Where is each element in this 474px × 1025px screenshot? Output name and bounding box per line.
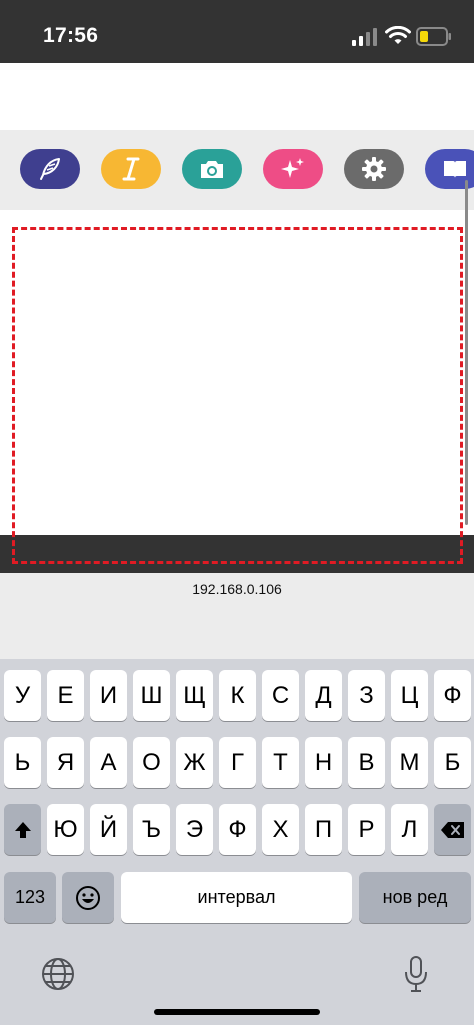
text-cursor-icon	[122, 157, 140, 181]
key-17[interactable]: Г	[219, 737, 256, 788]
key-22[interactable]: Б	[434, 737, 471, 788]
feather-icon	[40, 158, 60, 180]
shift-key[interactable]	[4, 804, 41, 855]
status-bar: 17:56	[0, 0, 474, 63]
key-14[interactable]: А	[90, 737, 127, 788]
toolbar	[0, 130, 474, 210]
key-21[interactable]: М	[391, 737, 428, 788]
key-18[interactable]: Т	[262, 737, 299, 788]
ip-address-label: 192.168.0.106	[192, 581, 282, 597]
backspace-icon	[440, 821, 464, 838]
backspace-key[interactable]	[434, 804, 471, 855]
magic-tool-button[interactable]	[263, 149, 323, 189]
settings-button[interactable]	[344, 149, 404, 189]
key-16[interactable]: Ж	[176, 737, 213, 788]
status-time: 17:56	[43, 24, 99, 47]
key-6[interactable]: К	[219, 670, 256, 721]
quill-tool-button[interactable]	[20, 149, 80, 189]
key-11[interactable]: Ф	[434, 670, 471, 721]
key-3[interactable]: И	[90, 670, 127, 721]
home-indicator[interactable]	[154, 1009, 320, 1015]
key-31[interactable]: Л	[391, 804, 428, 855]
wifi-icon	[385, 26, 411, 44]
top-blank-area	[0, 63, 474, 130]
key-20[interactable]: В	[348, 737, 385, 788]
space-key[interactable]: интервал	[121, 872, 352, 923]
cellular-signal-icon	[352, 28, 377, 46]
keyboard: У Е И Ш Щ К С Д З Ц Ф Ь Я А О Ж Г Т Н В …	[0, 659, 474, 1025]
book-icon	[444, 161, 466, 178]
key-5[interactable]: Щ	[176, 670, 213, 721]
key-12[interactable]: Ь	[4, 737, 41, 788]
vertical-scrollbar[interactable]	[465, 180, 468, 525]
camera-icon	[201, 161, 223, 178]
connection-info-area: 192.168.0.106	[0, 573, 474, 659]
selection-rectangle[interactable]	[12, 227, 463, 564]
key-19[interactable]: Н	[305, 737, 342, 788]
key-8[interactable]: Д	[305, 670, 342, 721]
return-key[interactable]: нов ред	[359, 872, 471, 923]
key-4[interactable]: Ш	[133, 670, 170, 721]
battery-icon	[416, 27, 451, 46]
text-tool-button[interactable]	[101, 149, 161, 189]
emoji-key[interactable]	[62, 872, 114, 923]
globe-icon[interactable]	[40, 956, 76, 992]
emoji-icon	[76, 885, 100, 910]
key-25[interactable]: Ъ	[133, 804, 170, 855]
key-2[interactable]: Е	[47, 670, 84, 721]
key-9[interactable]: З	[348, 670, 385, 721]
key-23[interactable]: Ю	[47, 804, 84, 855]
key-15[interactable]: О	[133, 737, 170, 788]
gear-icon	[362, 157, 386, 181]
key-7[interactable]: С	[262, 670, 299, 721]
key-28[interactable]: Х	[262, 804, 299, 855]
numbers-key[interactable]: 123	[4, 872, 56, 923]
camera-tool-button[interactable]	[182, 149, 242, 189]
key-24[interactable]: Й	[90, 804, 127, 855]
key-29[interactable]: П	[305, 804, 342, 855]
shift-arrow-icon	[14, 821, 31, 838]
key-26[interactable]: Э	[176, 804, 213, 855]
key-1[interactable]: У	[4, 670, 41, 721]
key-10[interactable]: Ц	[391, 670, 428, 721]
sparkles-icon	[281, 158, 304, 178]
key-13[interactable]: Я	[47, 737, 84, 788]
microphone-icon[interactable]	[402, 954, 430, 994]
key-30[interactable]: Р	[348, 804, 385, 855]
key-27[interactable]: Ф	[219, 804, 256, 855]
